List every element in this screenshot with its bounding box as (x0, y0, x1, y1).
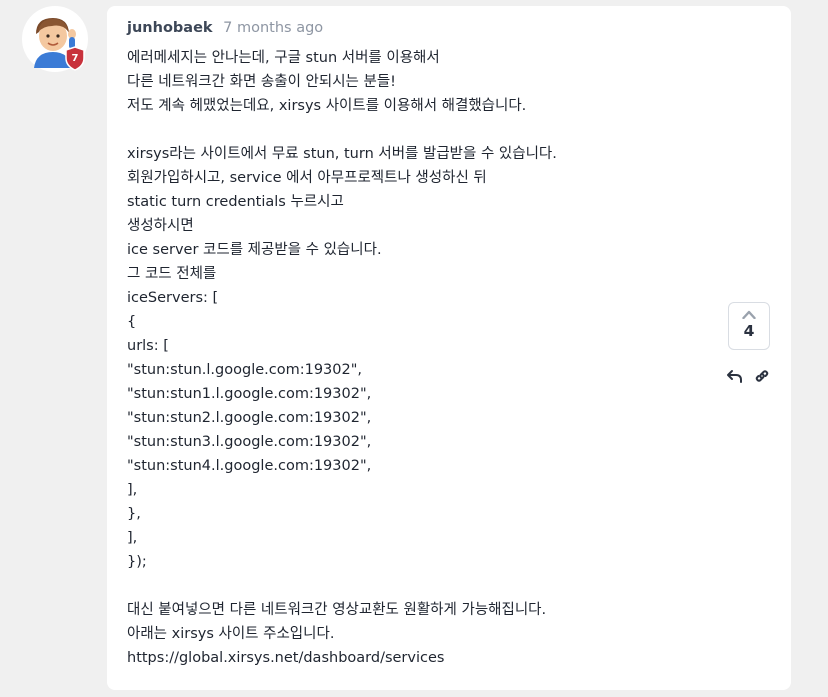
author-username[interactable]: junhobaek (127, 20, 213, 36)
post-text-line: https://global.xirsys.net/dashboard/serv… (127, 650, 445, 666)
post-timestamp[interactable]: 7 months ago (223, 20, 323, 36)
trust-level-badge-number: 7 (71, 53, 79, 64)
post-header: junhobaek 7 months ago (127, 18, 323, 38)
post-text-line: urls: [ (127, 338, 169, 354)
post-text-line: 생성하시면 (127, 218, 194, 234)
post-body: 에러메세지는 안나는데, 구글 stun 서버를 이용해서다른 네트워크간 화면… (127, 46, 687, 670)
post-text-line: iceServers: [ (127, 290, 219, 306)
post-text-line: 그 코드 전체를 (127, 266, 217, 282)
post-text-line: "stun:stun.l.google.com:19302", (127, 362, 363, 378)
reply-icon[interactable] (726, 368, 744, 384)
post-text-line: { (127, 314, 137, 330)
post-text-line: 대신 붙여넣으면 다른 네트워크간 영상교환도 원활하게 가능해집니다. (127, 602, 547, 618)
post-text-line: }, (127, 506, 141, 522)
vote-button[interactable]: 4 (728, 302, 770, 350)
page: 7 junhobaek 7 months ago 에러메세지는 안나는데, 구글… (0, 0, 828, 697)
post-text-line: "stun:stun4.l.google.com:19302", (127, 458, 372, 474)
post-text-line: ice server 코드를 제공받을 수 있습니다. (127, 242, 382, 258)
post-card: junhobaek 7 months ago 에러메세지는 안나는데, 구글 s… (107, 6, 791, 690)
post-text-line: "stun:stun1.l.google.com:19302", (127, 386, 372, 402)
post-text-line: static turn credentials 누르시고 (127, 194, 344, 210)
post-text-line: ], (127, 530, 138, 546)
post-text-line: "stun:stun2.l.google.com:19302", (127, 410, 372, 426)
link-icon[interactable] (754, 368, 770, 384)
post-text-line: 저도 계속 헤맸었는데요, xirsys 사이트를 이용해서 해결했습니다. (127, 98, 527, 114)
chevron-up-icon (742, 310, 756, 319)
post-text-line: 다른 네트워크간 화면 송출이 안되시는 분들! (127, 74, 396, 90)
post-text-line: 에러메세지는 안나는데, 구글 stun 서버를 이용해서 (127, 50, 440, 66)
post-text-line: 아래는 xirsys 사이트 주소입니다. (127, 626, 335, 642)
post-text-line: xirsys라는 사이트에서 무료 stun, turn 서버를 발급받을 수 … (127, 146, 557, 162)
avatar[interactable]: 7 (22, 6, 88, 72)
post-text-line: "stun:stun3.l.google.com:19302", (127, 434, 372, 450)
post-text-line: ], (127, 482, 138, 498)
vote-count: 4 (743, 322, 755, 340)
post-text-line: 회원가입하시고, service 에서 아무프로젝트나 생성하신 뒤 (127, 170, 487, 186)
post-text-line: }); (127, 554, 147, 570)
